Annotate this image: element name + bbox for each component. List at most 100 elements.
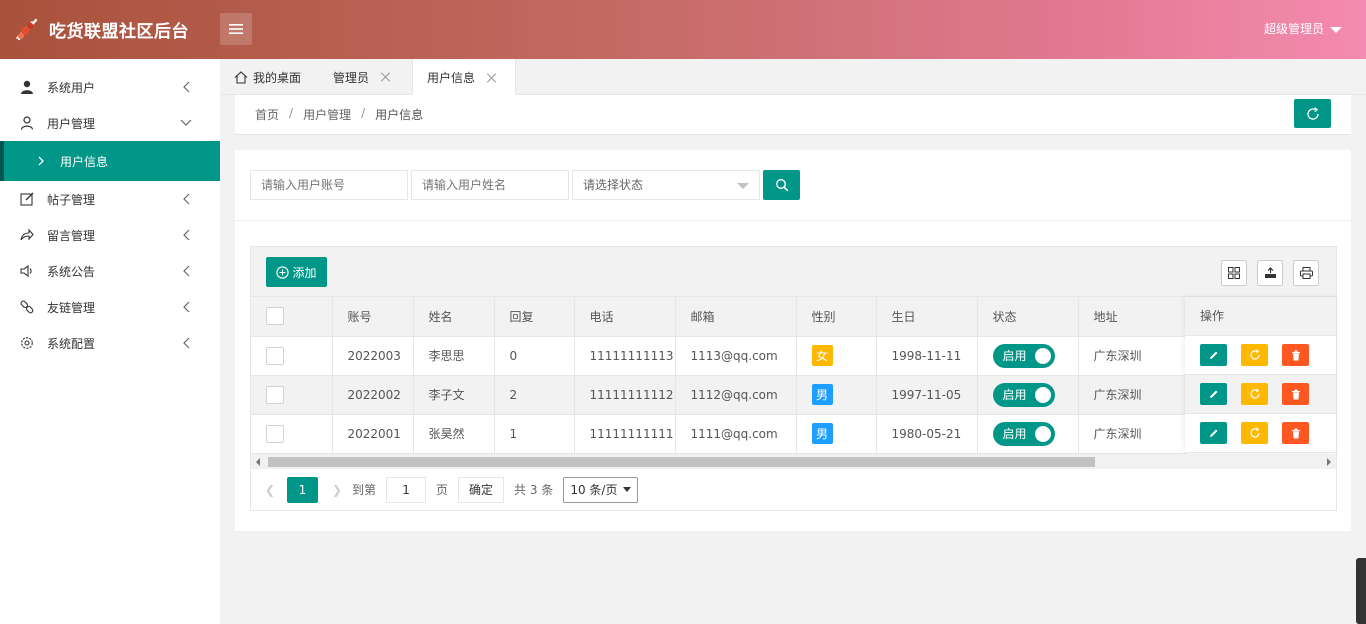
column-header[interactable]: 状态	[977, 297, 1079, 337]
chevron-left-icon	[180, 337, 192, 349]
print-button[interactable]	[1293, 260, 1319, 286]
refresh-button[interactable]	[1294, 99, 1331, 128]
tab-desktop[interactable]: 我的桌面	[234, 59, 301, 95]
add-button[interactable]: 添加	[266, 257, 327, 287]
sidebar-item-announcements[interactable]: 系统公告	[0, 253, 220, 289]
horizontal-scrollbar[interactable]	[251, 454, 1336, 469]
close-icon[interactable]	[381, 72, 391, 82]
delete-button[interactable]	[1282, 344, 1309, 366]
delete-button[interactable]	[1282, 383, 1309, 405]
account-cell: 2022002	[332, 375, 414, 415]
edit-button[interactable]	[1200, 422, 1227, 444]
column-header[interactable]: 回复	[494, 297, 575, 337]
birthday-cell: 1980-05-21	[876, 414, 978, 454]
toggle-knob	[1034, 386, 1051, 403]
phone-cell: 11111111111	[574, 414, 676, 454]
reset-button[interactable]	[1241, 344, 1268, 366]
table-row: 2022002 李子文 2 11111111112 1112@qq.com 男 …	[251, 375, 1187, 415]
scroll-left-icon[interactable]	[256, 458, 260, 466]
gender-cell: 男	[796, 375, 877, 415]
sidebar-item-system-users[interactable]: 系统用户	[0, 69, 220, 105]
sidebar-item-links[interactable]: 友链管理	[0, 289, 220, 325]
breadcrumb-bar: 首页 / 用户管理 / 用户信息	[235, 95, 1351, 135]
tab-admin[interactable]: 管理员	[333, 59, 391, 95]
scrollbar-thumb[interactable]	[268, 457, 1095, 467]
sidebar-item-label: 系统配置	[47, 336, 96, 351]
page-number-current[interactable]: 1	[287, 476, 318, 503]
home-icon	[234, 70, 248, 84]
row-checkbox[interactable]	[266, 424, 284, 443]
operations-column: 操作	[1185, 297, 1336, 453]
status-select[interactable]: 请选择状态	[572, 170, 760, 200]
chevron-left-icon	[180, 265, 192, 277]
main-card: 请选择状态 添加	[235, 150, 1351, 531]
sidebar-item-posts[interactable]: 帖子管理	[0, 181, 220, 217]
prev-page-icon[interactable]: ❮	[255, 483, 285, 497]
scroll-right-icon[interactable]	[1327, 458, 1331, 466]
search-form: 请选择状态	[250, 170, 800, 200]
sidebar-item-user-management[interactable]: 用户管理	[0, 105, 220, 141]
speaker-icon	[19, 264, 34, 279]
user-solid-icon	[19, 80, 34, 95]
delete-button[interactable]	[1282, 422, 1309, 444]
trash-icon	[1291, 428, 1300, 438]
operations-row	[1185, 414, 1336, 453]
name-search-input[interactable]	[411, 170, 569, 200]
status-toggle[interactable]: 启用	[992, 382, 1055, 407]
column-header[interactable]: 账号	[332, 297, 414, 337]
toggle-knob	[1034, 347, 1051, 364]
row-checkbox[interactable]	[266, 346, 284, 365]
sidebar-subitem-user-info[interactable]: 用户信息	[0, 141, 220, 181]
birthday-cell: 1998-11-11	[876, 336, 978, 376]
replies-cell: 2	[494, 375, 575, 415]
sidebar-item-messages[interactable]: 留言管理	[0, 217, 220, 253]
column-header[interactable]: 邮箱	[675, 297, 797, 337]
breadcrumb-parent[interactable]: 用户管理	[303, 106, 351, 123]
logo[interactable]: 吃货联盟社区后台	[12, 14, 189, 44]
tab-user-info[interactable]: 用户信息	[412, 59, 516, 96]
account-cell: 2022001	[332, 414, 414, 454]
row-select-cell	[251, 375, 333, 415]
address-cell: 广东深圳	[1078, 375, 1187, 415]
hamburger-icon	[229, 24, 243, 34]
column-header[interactable]: 地址	[1078, 297, 1187, 337]
select-all-checkbox[interactable]	[266, 307, 284, 326]
replies-cell: 1	[494, 414, 575, 454]
goto-page-input[interactable]: 1	[386, 476, 427, 503]
toggle-knob	[1034, 425, 1051, 442]
account-search-input[interactable]	[250, 170, 408, 200]
page-size-select[interactable]: 10 条/页	[563, 476, 639, 503]
column-header[interactable]: 姓名	[413, 297, 495, 337]
caret-down-icon	[737, 183, 749, 189]
total-count: 共 3 条	[514, 483, 554, 497]
search-button[interactable]	[763, 170, 800, 200]
side-widget[interactable]	[1356, 558, 1366, 624]
export-button[interactable]	[1257, 260, 1283, 286]
status-toggle[interactable]: 启用	[992, 421, 1055, 446]
status-toggle[interactable]: 启用	[992, 343, 1055, 368]
account-cell: 2022003	[332, 336, 414, 376]
column-header[interactable]: 电话	[574, 297, 676, 337]
edit-button[interactable]	[1200, 383, 1227, 405]
reset-button[interactable]	[1241, 383, 1268, 405]
user-outline-icon	[19, 116, 34, 131]
gender-badge: 女	[811, 345, 833, 366]
edit-button[interactable]	[1200, 344, 1227, 366]
sidebar-item-label: 用户管理	[47, 116, 96, 131]
sidebar-item-label: 系统公告	[47, 264, 96, 279]
close-icon[interactable]	[487, 73, 497, 83]
sidebar-item-settings[interactable]: 系统配置	[0, 325, 220, 361]
column-filter-button[interactable]	[1221, 260, 1247, 286]
menu-toggle-button[interactable]	[220, 13, 252, 45]
column-header[interactable]: 生日	[876, 297, 978, 337]
row-checkbox[interactable]	[266, 385, 284, 404]
goto-confirm-button[interactable]: 确定	[458, 476, 505, 503]
table-header-row: 账号 姓名 回复 电话 邮箱 性别 生日 状态 地址	[251, 297, 1187, 337]
next-page-icon[interactable]: ❯	[322, 483, 352, 497]
column-header[interactable]: 性别	[796, 297, 877, 337]
reset-button[interactable]	[1241, 422, 1268, 444]
user-menu[interactable]: 超级管理员	[1264, 20, 1342, 37]
breadcrumb: 首页 / 用户管理 / 用户信息	[255, 106, 423, 123]
breadcrumb-home[interactable]: 首页	[255, 106, 279, 123]
email-cell: 1111@qq.com	[675, 414, 797, 454]
